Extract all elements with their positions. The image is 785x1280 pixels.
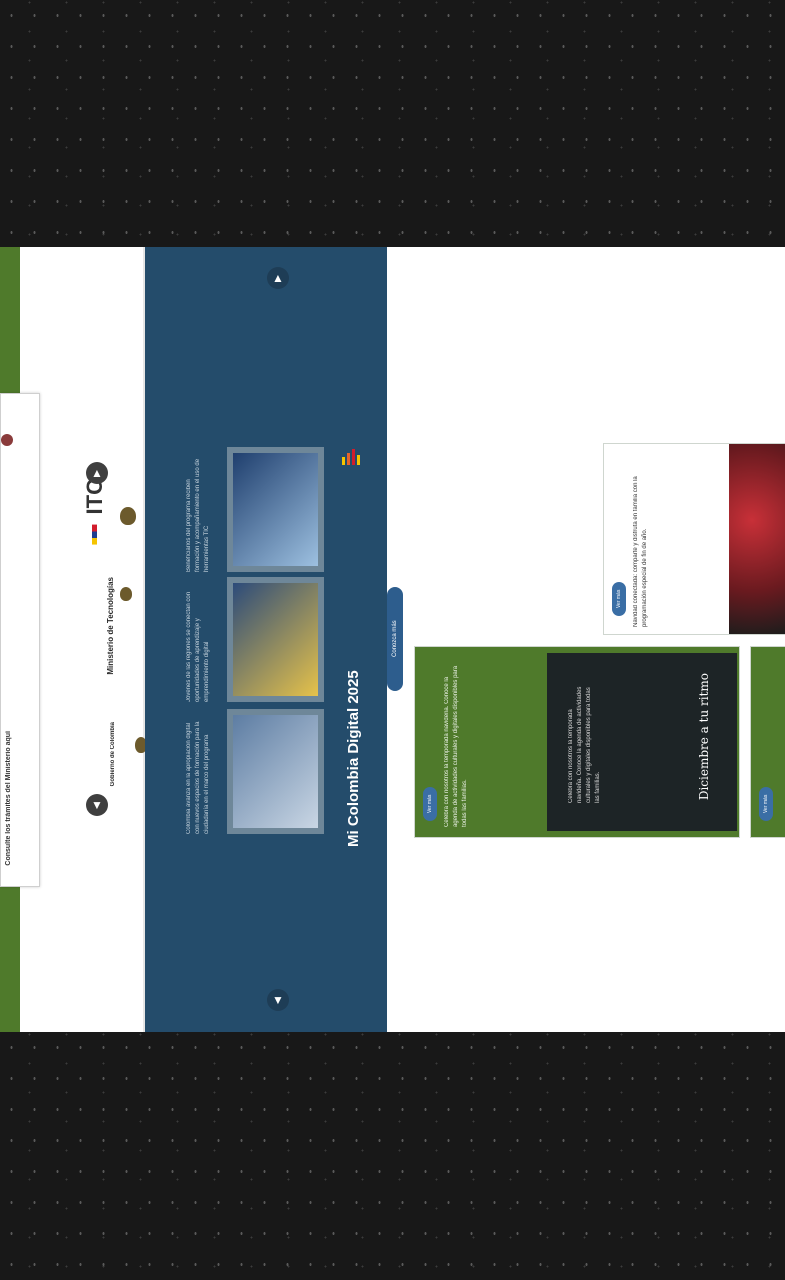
banner-headline: Mi Colombia Digital 2025	[345, 670, 362, 847]
background-top	[0, 0, 785, 247]
gov-logo: Gobierno de Colombia	[110, 722, 116, 787]
news-post[interactable]: Ver más	[750, 646, 785, 838]
flag-bars-icon	[92, 524, 98, 545]
more-button[interactable]: Conozca más	[387, 587, 403, 691]
banner-next-button[interactable]: ▼	[267, 989, 289, 1011]
ministry-shield-icon	[120, 587, 132, 601]
post-image	[729, 444, 785, 634]
poster-text: Celebra con nosotros la temporada navide…	[568, 686, 601, 803]
post-poster: Diciembre a tu ritmo Celebra con nosotro…	[547, 653, 737, 831]
banner-card[interactable]	[227, 447, 324, 572]
post-text: Celebra con nosotros la temporada navide…	[444, 665, 468, 827]
background-bottom	[0, 1032, 785, 1280]
card-caption: Beneficiarios del programa reciben forma…	[186, 458, 210, 572]
card-image	[233, 453, 318, 566]
chevron-down-icon: ▼	[91, 798, 103, 812]
post-button[interactable]: Ver más	[612, 582, 626, 616]
coat-of-arms-icon	[120, 507, 136, 525]
card-image	[233, 715, 318, 828]
post-text: Navidad conectada: comparte y disfruta e…	[633, 476, 648, 627]
chevron-down-icon: ▼	[272, 993, 284, 1007]
card-caption: Jóvenes de las regiones se conectan con …	[186, 591, 210, 702]
logos-prev-button[interactable]: ▲	[86, 462, 108, 484]
banner-card[interactable]	[227, 709, 324, 834]
ministry-logo: Ministerio de Tecnologías	[106, 577, 115, 675]
digital-banner: ▲ ▼ Mi Colombia Digital 2025 Beneficiari…	[145, 247, 387, 1032]
rotated-page-viewport: ITC Ministerio de Tecnologías Gobierno d…	[0, 247, 785, 1032]
chevron-up-icon: ▲	[91, 466, 103, 480]
news-post[interactable]: Diciembre a tu ritmo Celebra con nosotro…	[414, 646, 740, 838]
post-button[interactable]: Ver más	[759, 787, 773, 821]
news-post[interactable]: Ver más Navidad conectada: comparte y di…	[603, 443, 785, 635]
post-button[interactable]: Ver más	[423, 787, 437, 821]
popup-badge-icon	[1, 434, 13, 446]
card-image	[233, 583, 318, 696]
banner-prev-button[interactable]: ▲	[267, 267, 289, 289]
logos-next-button[interactable]: ▼	[86, 794, 108, 816]
post-title: Diciembre a tu ritmo	[697, 673, 711, 801]
itc-logo: ITC	[82, 479, 108, 545]
chevron-up-icon: ▲	[272, 271, 284, 285]
mintic-brand-icon	[340, 447, 366, 465]
card-caption: Colombia avanza en la apropiación digita…	[186, 721, 210, 834]
procedures-popup[interactable]: Consulte los trámites del Ministerio aqu…	[0, 393, 40, 887]
banner-card[interactable]	[227, 577, 324, 702]
